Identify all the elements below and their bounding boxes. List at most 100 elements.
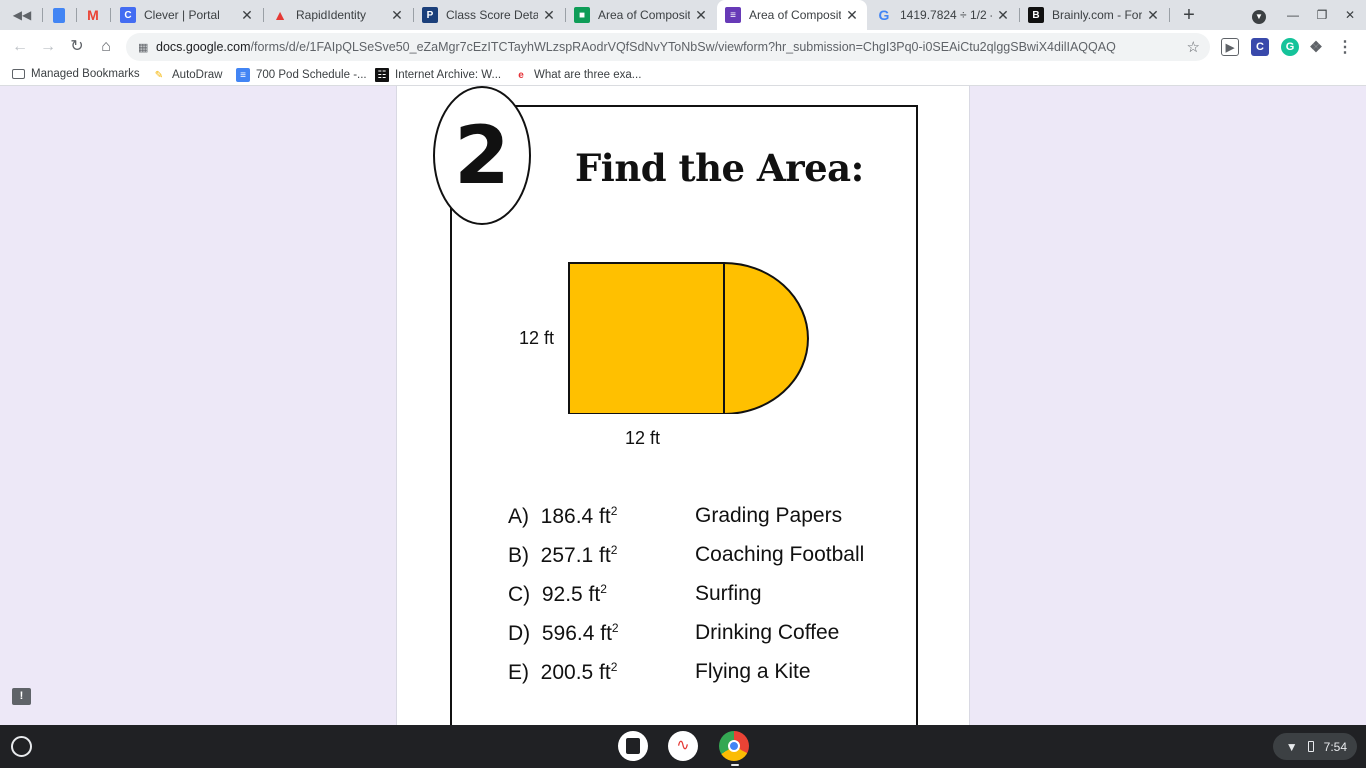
calculator-app-icon[interactable] [618,731,648,761]
tab-scroll-left-icon[interactable]: ◀◀ [10,5,34,25]
google-forms-icon: ≡ [725,7,741,23]
minimize-icon[interactable]: — [1283,5,1303,25]
page-content: 2 Find the Area: 12 ft 12 ft A) 186.4 ft… [0,86,1366,725]
forward-icon[interactable]: → [37,36,59,58]
tab-title: RapidIdentity [296,8,367,22]
report-problem-icon[interactable]: ! [12,688,31,705]
chrome-app-icon[interactable] [719,731,749,761]
tab-close-icon[interactable]: ✕ [240,7,254,24]
autodraw-icon: ✎ [154,69,164,81]
tab-google-search[interactable]: G 1419.7824 ÷ 1/2 - ‹ ✕ [868,0,1018,30]
browser-toolbar: ← → ↻ ⌂ ▦ docs.google.com/forms/d/e/1FAI… [0,30,1366,64]
new-tab-button[interactable]: + [1178,4,1200,26]
tab-rapididentity[interactable]: ▲ RapidIdentity ✕ [264,0,412,30]
bookmark-label: What are three exa... [534,69,642,81]
powerschool-icon: P [422,7,438,23]
tab-title: 1419.7824 ÷ 1/2 - ‹ [900,8,992,22]
tab-google-docs[interactable] [42,0,76,30]
tab-close-icon[interactable]: ✕ [694,7,708,24]
choice-exponent: 2 [610,504,618,518]
choice-value: 596.4 ft [541,622,612,645]
site-info-icon[interactable]: ▦ [138,41,150,54]
bookmark-label: 700 Pod Schedule -... [256,69,367,81]
tab-area-of-composite-forms[interactable]: ≡ Area of Composite ✕ [717,0,867,30]
answer-c: Surfing [695,582,762,605]
tab-close-icon[interactable]: ✕ [1146,7,1160,24]
google-docs-icon: ≡ [236,68,250,82]
chrome-running-indicator [731,764,739,766]
bookmark-managed-bookmarks[interactable]: Managed Bookmarks [12,68,140,80]
bookmark-internet-archive[interactable]: ☷ Internet Archive: W... [375,68,501,82]
problem-number-badge: 2 [433,86,531,225]
tab-close-icon[interactable]: ✕ [390,7,404,24]
width-dimension-label: 12 ft [625,428,661,448]
internet-archive-icon: ☷ [375,68,389,82]
extension-screencast-icon[interactable]: ▶ [1221,38,1239,56]
close-window-icon[interactable]: ✕ [1340,5,1360,25]
tab-title: Brainly.com - For st [1052,8,1142,22]
launcher-icon[interactable] [11,736,32,757]
rapididentity-icon: ▲ [273,7,287,23]
bookmark-label: Internet Archive: W... [395,69,502,81]
google-icon: G [878,7,890,23]
tab-title: Area of Composite [598,8,690,22]
composite-shape-figure [568,262,809,414]
choice-letter: E) [508,661,529,684]
url-path: /forms/d/e/1FAIpQLSeSve50_eZaMgr7cEzITCT… [250,40,1116,54]
tab-title: Class Score Detail [446,8,538,22]
bookmark-star-icon[interactable]: ☆ [1187,38,1200,56]
restore-icon[interactable]: ❐ [1312,5,1332,25]
choice-b: B) 257.1 ft2 [508,543,617,568]
brainly-icon: B [1028,7,1044,23]
tab-clever-portal[interactable]: C Clever | Portal ✕ [112,0,262,30]
clock-time: 7:54 [1323,739,1347,754]
choice-a: A) 186.4 ft2 [508,504,617,529]
choice-letter: A) [508,505,529,528]
choice-value: 92.5 ft [541,583,601,606]
tab-strip: ◀◀ M C Clever | Portal ✕ ▲ RapidIdentity… [0,0,1366,30]
back-icon[interactable]: ← [9,36,31,58]
tab-title: Clever | Portal [144,8,220,22]
reload-icon[interactable]: ↻ [66,36,88,58]
status-area[interactable]: ▼ 7:54 [1273,733,1357,760]
google-classroom-icon: ■ [574,7,590,23]
tab-class-score-detail[interactable]: P Class Score Detail ✕ [414,0,564,30]
home-icon[interactable]: ⌂ [95,36,117,58]
choice-letter: B) [508,544,529,567]
answer-d: Drinking Coffee [695,621,840,644]
extension-clever-icon[interactable]: C [1251,38,1269,56]
bookmarks-bar: Managed Bookmarks ✎ AutoDraw ≡ 700 Pod S… [0,64,1366,86]
clever-icon: C [120,7,136,23]
choice-value: 186.4 ft [540,505,611,528]
tab-brainly[interactable]: B Brainly.com - For st ✕ [1020,0,1168,30]
answer-a: Grading Papers [695,504,843,527]
choice-letter: D) [508,622,531,645]
google-docs-icon [53,7,65,23]
extension-grammarly-icon[interactable]: G [1281,38,1299,56]
extensions-puzzle-icon[interactable]: ❖ [1307,38,1325,56]
tab-close-icon[interactable]: ✕ [996,7,1010,24]
bookmark-autodraw[interactable]: ✎ AutoDraw [152,68,223,82]
gmail-icon: M [87,7,99,23]
choice-d: D) 596.4 ft2 [508,621,619,646]
tab-area-of-composite-classroom[interactable]: ■ Area of Composite ✕ [566,0,716,30]
tab-search-icon[interactable]: ▼ [1249,5,1269,25]
menu-kebab-icon[interactable]: ⋮ [1336,38,1354,56]
tab-close-icon[interactable]: ✕ [845,7,859,24]
bookmark-700-pod-schedule[interactable]: ≡ 700 Pod Schedule -... [236,68,367,82]
url-host: docs.google.com [156,40,251,54]
choice-exponent: 2 [610,543,618,557]
chromeos-shelf: ∿ ▼ 7:54 [0,725,1366,768]
tab-separator [110,8,111,22]
worksheet-title: Find the Area: [575,146,864,190]
choice-exponent: 2 [611,621,619,635]
desmos-app-icon[interactable]: ∿ [668,731,698,761]
tab-gmail[interactable]: M [76,0,110,30]
choice-e: E) 200.5 ft2 [508,660,617,685]
tab-close-icon[interactable]: ✕ [542,7,556,24]
bookmark-what-are-three[interactable]: e What are three exa... [514,68,641,82]
address-bar[interactable]: ▦ docs.google.com/forms/d/e/1FAIpQLSeSve… [126,33,1210,61]
rectangle-semicircle-shape [568,262,809,414]
folder-icon [12,69,25,79]
bookmark-label: Managed Bookmarks [31,68,140,80]
